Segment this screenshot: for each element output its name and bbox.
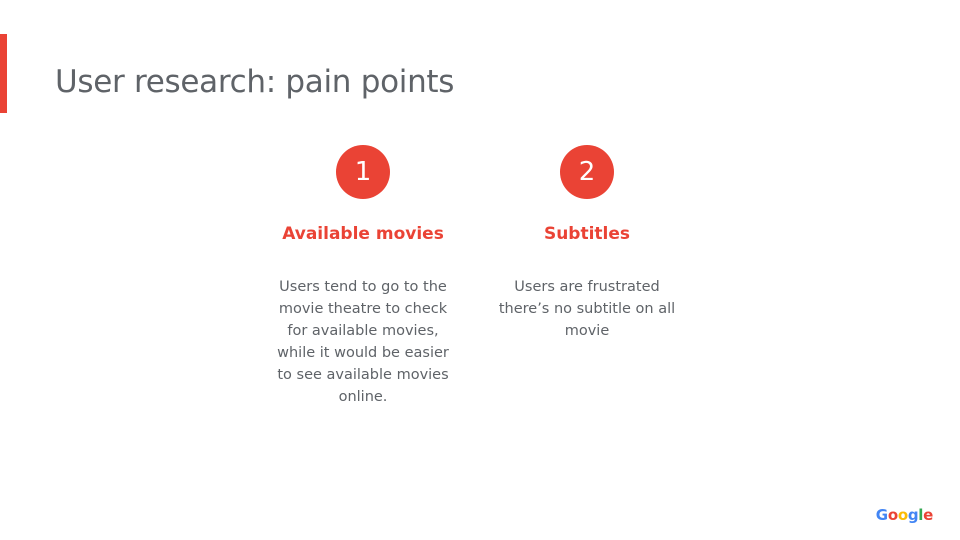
- google-logo: Google: [876, 506, 933, 524]
- accent-bar: [0, 34, 7, 113]
- pain-point-description-2: Users are frustrated there’s no subtitle…: [498, 279, 676, 339]
- logo-letter: g: [907, 506, 919, 524]
- pain-point-title-1: Available movies: [282, 224, 444, 244]
- logo-letter: e: [923, 506, 933, 524]
- number-badge-2: 2: [560, 145, 614, 199]
- pain-point-title-2: Subtitles: [543, 224, 631, 244]
- pain-point-2: 2 Subtitles Users are frustrated there’s…: [492, 145, 682, 342]
- logo-letter: G: [875, 506, 888, 524]
- number-badge-1: 1: [336, 145, 390, 199]
- pain-point-1: 1 Available movies Users tend to go to t…: [268, 145, 458, 408]
- logo-letter: o: [887, 506, 898, 524]
- slide-title: User research: pain points: [55, 64, 455, 100]
- logo-letter: o: [897, 506, 908, 524]
- pain-point-description-1: Users tend to go to the movie theatre to…: [277, 279, 449, 405]
